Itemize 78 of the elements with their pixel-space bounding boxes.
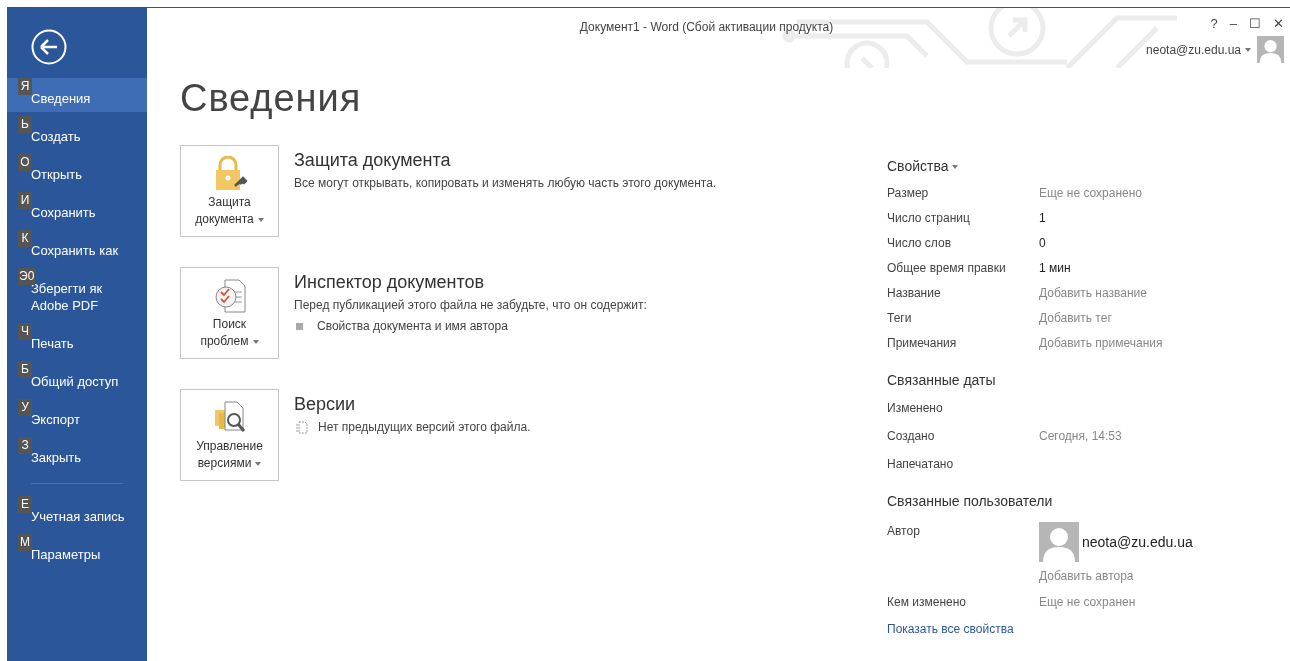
document-check-icon [212,278,247,314]
bullet-text: Свойства документа и имя автора [317,318,508,335]
date-label: Создано [887,428,936,445]
author-avatar-icon [1039,522,1079,562]
caret-icon [952,165,959,170]
section-button[interactable]: Поиск проблем [180,267,279,359]
property-value[interactable]: Добавить тег [1039,309,1112,334]
nav-item[interactable]: Я Сведения [7,78,147,112]
caret-icon [255,461,262,466]
bullet-icon [296,322,303,330]
section-description: Перед публикацией этого файла не забудьте, что он содержит: [294,297,647,314]
property-value[interactable]: Добавить название [1039,284,1147,309]
property-value: 1 мин [1039,260,1071,277]
property-label: Число слов [887,235,953,252]
section-heading: Связанные даты [887,371,997,390]
author-label: Автор [887,523,921,540]
key-tip: Ь [18,116,32,133]
window-title: Документ1 - Word (Сбой активации продукта) [579,19,834,36]
key-tip: Ч [18,323,32,340]
key-tip: Я [18,78,32,95]
nav-item[interactable]: И Сохранить [7,192,147,226]
property-label: Общее время правки [887,260,1007,277]
nav-item[interactable]: Ь Создать [7,116,147,150]
key-tip: И [18,192,32,209]
nav-item[interactable]: М Параметры [7,534,147,568]
modified-by-value: Еще не сохранен [1039,594,1136,611]
key-tip: Е [18,496,32,513]
nav-item[interactable]: К Сохранить как [7,230,147,264]
section-title: Защита документа [294,149,452,171]
key-tip: М [18,534,32,551]
property-label: Размер [887,185,930,202]
nav-item[interactable]: Б Общий доступ [7,361,147,395]
section-heading: Связанные пользователи [887,492,1054,511]
key-tip: Б [18,361,32,378]
nav-item[interactable]: Э0 Зберегти як Adobe PDF [7,268,147,319]
nav-item[interactable]: Е Учетная запись [7,496,147,530]
window-control-button[interactable]: – [1229,16,1237,32]
account-name[interactable]: neota@zu.edu.ua [1146,40,1241,59]
nav-item[interactable]: З Закрыть [7,437,147,471]
caret-icon [1245,47,1251,52]
key-tip: У [18,399,32,416]
property-label: Примечания [887,335,958,352]
page-title: Сведения [180,76,363,120]
window-control-button[interactable]: ✕ [1273,16,1284,32]
modified-by-label: Кем изменено [887,594,967,611]
property-value[interactable]: Еще не сохранено [1039,184,1142,209]
property-label: Число страниц [887,210,971,227]
section-description: Все могут открывать, копировать и изменять любую часть этого документа. [294,175,717,192]
window-control-button[interactable]: ? [1210,16,1218,32]
nav-item[interactable]: О Открыть [7,154,147,188]
key-tip: З [18,437,32,454]
properties-heading[interactable]: Свойства [887,156,1193,177]
add-author-link[interactable]: Добавить автора [1039,567,1193,585]
property-value[interactable]: Добавить примечания [1039,334,1163,359]
property-label: Теги [887,310,913,327]
section-button[interactable]: Защита документа [180,145,279,237]
document-icon [296,420,308,434]
avatar-icon [1257,36,1284,63]
window-control-button[interactable]: ☐ [1249,16,1261,32]
show-all-properties-link[interactable]: Показать все свойства [887,620,1193,638]
nav-item[interactable]: Ч Печать [7,323,147,357]
caret-icon [252,339,259,344]
property-value: 1 [1039,210,1046,227]
versions-note: Нет предыдущих версий этого файла. [318,419,531,436]
date-value: Сегодня, 14:53 [1039,428,1122,445]
section-title: Версии [294,393,357,415]
section-title: Инспектор документов [294,271,486,293]
date-label: Изменено [887,400,944,417]
caret-icon [257,217,264,222]
nav-item[interactable]: У Экспорт [7,399,147,433]
key-tip: К [18,230,32,247]
key-tip: О [18,154,32,171]
property-label: Название [887,285,942,302]
section-button[interactable]: Управление версиями [180,389,279,481]
author-name: neota@zu.edu.ua [1082,532,1193,552]
property-value: 0 [1039,235,1046,252]
date-label: Напечатано [887,456,955,473]
key-tip: Э0 [18,268,36,285]
